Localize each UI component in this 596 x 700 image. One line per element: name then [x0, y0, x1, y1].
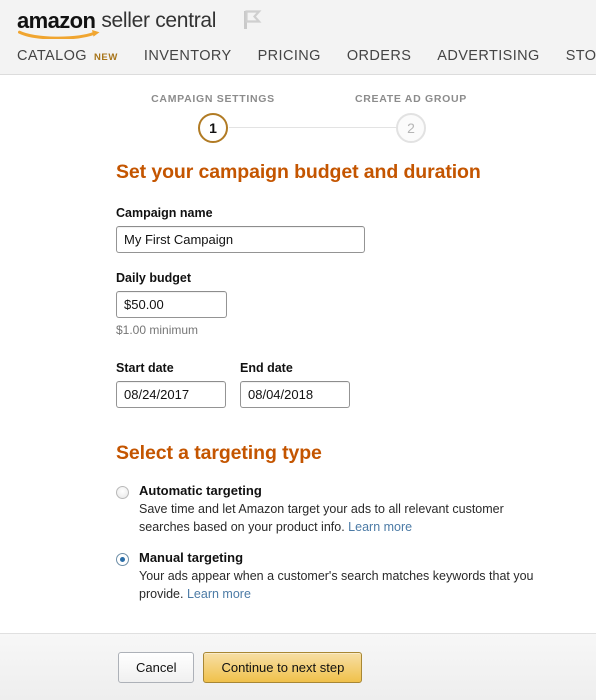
start-date-field-block: Start date: [116, 361, 226, 408]
budget-section-title: Set your campaign budget and duration: [116, 161, 481, 183]
amazon-seller-central-logo[interactable]: amazon seller central: [17, 9, 217, 39]
nav-item-catalog[interactable]: CATALOG NEW: [17, 48, 118, 64]
stepper-step-create-ad-group[interactable]: CREATE AD GROUP 2: [321, 93, 501, 143]
automatic-learn-more-link[interactable]: Learn more: [348, 520, 412, 534]
stepper-step-campaign-settings[interactable]: CAMPAIGN SETTINGS 1: [123, 93, 303, 143]
continue-to-next-step-button[interactable]: Continue to next step: [203, 651, 363, 683]
end-date-field-block: End date: [240, 361, 350, 408]
site-header: amazon seller central CATALOG NEW INVENT…: [0, 0, 596, 75]
stepper-label-campaign-settings: CAMPAIGN SETTINGS: [151, 93, 275, 105]
nav-item-storefront[interactable]: STOREFRONT: [566, 48, 596, 64]
targeting-option-automatic-body: Automatic targeting Save time and let Am…: [139, 483, 539, 536]
flag-icon[interactable]: [242, 9, 262, 31]
cancel-button[interactable]: Cancel: [118, 651, 195, 683]
stepper-connector-line: [229, 127, 397, 128]
targeting-type-radio-group: Automatic targeting Save time and let Am…: [116, 483, 596, 603]
stepper-label-create-ad-group: CREATE AD GROUP: [354, 93, 467, 105]
brand-bar: amazon seller central: [0, 0, 596, 39]
targeting-option-manual-description: Your ads appear when a customer's search…: [139, 567, 539, 603]
seller-central-wordmark: seller central: [101, 9, 217, 32]
amazon-smile-icon: [18, 30, 100, 39]
targeting-option-manual-title[interactable]: Manual targeting: [139, 550, 539, 565]
campaign-form: Set your campaign budget and duration Ca…: [0, 161, 596, 603]
targeting-section-title: Select a targeting type: [116, 442, 322, 464]
manual-learn-more-link[interactable]: Learn more: [187, 587, 251, 601]
radio-automatic-targeting[interactable]: [116, 486, 129, 499]
targeting-option-automatic-description: Save time and let Amazon target your ads…: [139, 500, 539, 536]
main-navigation: CATALOG NEW INVENTORY PRICING ORDERS ADV…: [0, 38, 596, 74]
daily-budget-label: Daily budget: [116, 271, 192, 285]
targeting-option-automatic-title[interactable]: Automatic targeting: [139, 483, 539, 498]
stepper-circle-2[interactable]: 2: [396, 113, 426, 143]
campaign-name-field-block: Campaign name: [116, 206, 596, 253]
targeting-option-manual-body: Manual targeting Your ads appear when a …: [139, 550, 539, 603]
campaign-name-input[interactable]: [116, 226, 365, 253]
form-footer: Cancel Continue to next step: [0, 633, 596, 700]
nav-item-pricing[interactable]: PRICING: [258, 48, 321, 64]
nav-item-advertising[interactable]: ADVERTISING: [437, 48, 539, 64]
targeting-option-manual[interactable]: Manual targeting Your ads appear when a …: [116, 550, 596, 603]
targeting-option-automatic[interactable]: Automatic targeting Save time and let Am…: [116, 483, 596, 536]
nav-item-inventory[interactable]: INVENTORY: [144, 48, 232, 64]
end-date-label: End date: [240, 361, 293, 375]
nav-label-catalog: CATALOG: [17, 48, 87, 64]
end-date-input[interactable]: [240, 381, 350, 408]
daily-budget-hint: $1.00 minimum: [116, 323, 199, 337]
date-range-row: Start date End date: [116, 361, 596, 408]
campaign-stepper: CAMPAIGN SETTINGS 1 CREATE AD GROUP 2: [0, 93, 596, 161]
start-date-label: Start date: [116, 361, 174, 375]
radio-manual-targeting[interactable]: [116, 553, 129, 566]
nav-item-orders[interactable]: ORDERS: [347, 48, 411, 64]
daily-budget-field-block: Daily budget $1.00 minimum: [116, 271, 596, 337]
page-content: CAMPAIGN SETTINGS 1 CREATE AD GROUP 2 Se…: [0, 93, 596, 603]
automatic-description-text: Save time and let Amazon target your ads…: [139, 502, 504, 534]
nav-badge-new: NEW: [93, 52, 118, 63]
campaign-name-label: Campaign name: [116, 206, 213, 220]
start-date-input[interactable]: [116, 381, 226, 408]
stepper-circle-1[interactable]: 1: [198, 113, 228, 143]
daily-budget-input[interactable]: [116, 291, 227, 318]
